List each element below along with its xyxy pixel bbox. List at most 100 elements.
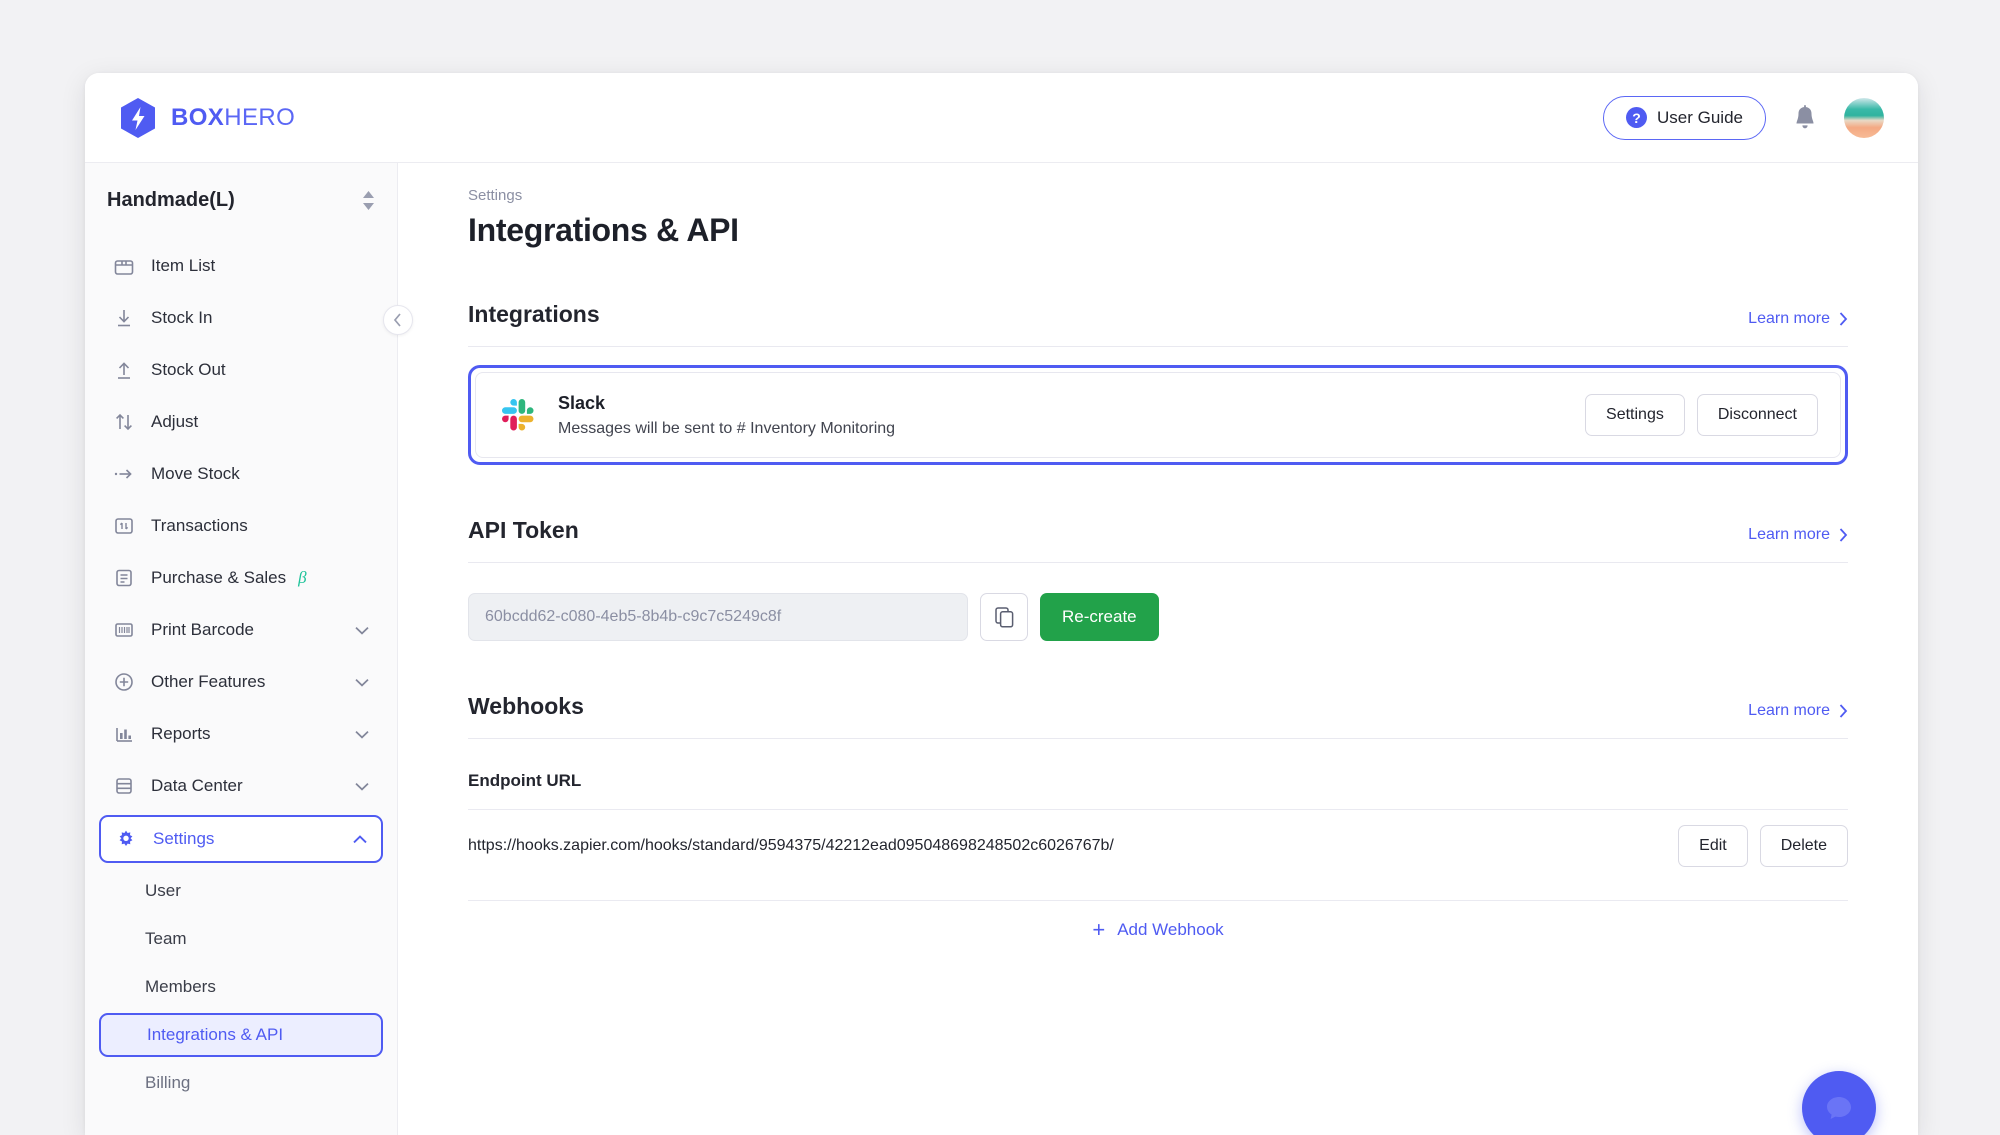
recreate-token-button[interactable]: Re-create: [1040, 593, 1159, 641]
webhook-delete-button[interactable]: Delete: [1759, 825, 1848, 867]
webhook-edit-button[interactable]: Edit: [1678, 825, 1748, 867]
sidebar-item-item-list[interactable]: Item List: [99, 243, 383, 289]
arrow-down-icon: [118, 310, 130, 327]
sort-updown-icon: [362, 190, 375, 210]
transactions-icon: [115, 518, 133, 534]
barcode-icon: [115, 623, 133, 637]
sidebar-item-settings[interactable]: Settings: [99, 815, 383, 863]
add-webhook-button[interactable]: + Add Webhook: [468, 901, 1848, 959]
sidebar-subitem-members[interactable]: Members: [99, 965, 383, 1009]
arrow-up-icon: [118, 362, 130, 379]
sidebar-item-label: Print Barcode: [151, 620, 254, 639]
page-title: Integrations & API: [468, 212, 739, 248]
sidebar-item-label: Move Stock: [151, 464, 240, 483]
main-content: Settings Integrations & API Integrations…: [398, 163, 1918, 1135]
learn-more-label: Learn more: [1748, 310, 1830, 327]
slack-card-highlight: Slack Messages will be sent to # Invento…: [468, 365, 1848, 465]
sidebar-item-label: Other Features: [151, 672, 266, 691]
chevron-right-icon: [1839, 528, 1848, 542]
sidebar-item-print-barcode[interactable]: Print Barcode: [99, 607, 383, 653]
sidebar-item-purchase-and-sales[interactable]: Purchase & Sales β: [99, 555, 383, 601]
brand-hero: HERO: [224, 103, 296, 131]
integrations-learn-more-link[interactable]: Learn more: [1748, 310, 1848, 328]
user-guide-label: User Guide: [1657, 107, 1743, 127]
sidebar-item-label: Stock In: [151, 308, 213, 327]
sidebar-item-data-center[interactable]: Data Center: [99, 763, 383, 809]
integrations-section-header: Integrations Learn more: [468, 301, 1848, 328]
webhooks-learn-more-link[interactable]: Learn more: [1748, 702, 1848, 720]
sidebar-item-label: Item List: [151, 256, 216, 275]
sidebar-item-adjust[interactable]: Adjust: [99, 399, 383, 445]
webhook-row-actions: Edit Delete: [1678, 825, 1848, 867]
slack-disconnect-button[interactable]: Disconnect: [1696, 394, 1818, 436]
top-bar-right: ? User Guide: [1603, 95, 1884, 140]
sidebar-item-transactions[interactable]: Transactions: [99, 503, 383, 549]
sidebar-item-move-stock[interactable]: Move Stock: [99, 451, 383, 497]
webhooks-section-header: Webhooks Learn more: [468, 693, 1848, 720]
api-token-heading: API Token: [468, 517, 579, 543]
integrations-heading: Integrations: [468, 301, 600, 327]
slack-settings-button[interactable]: Settings: [1585, 394, 1685, 436]
chat-bubble-icon: [1827, 1097, 1851, 1119]
api-token-learn-more-link[interactable]: Learn more: [1748, 526, 1848, 544]
sidebar-item-other-features[interactable]: Other Features: [99, 659, 383, 705]
document-icon: [116, 569, 132, 587]
sidebar-subitem-label: Members: [145, 977, 216, 996]
database-icon: [116, 778, 132, 794]
chevron-up-icon: [353, 834, 367, 843]
sidebar-item-stock-in[interactable]: Stock In: [99, 295, 383, 341]
sidebar-subitem-integrations-api[interactable]: Integrations & API: [99, 1013, 383, 1057]
chevron-right-icon: [1839, 704, 1848, 718]
sidebar-subitem-label: User: [145, 881, 181, 900]
divider: [468, 562, 1848, 563]
sidebar-item-stock-out[interactable]: Stock Out: [99, 347, 383, 393]
brand-wordmark: BOXHERO: [171, 104, 295, 132]
api-token-input[interactable]: [468, 593, 968, 641]
table-row: https://hooks.zapier.com/hooks/standard/…: [468, 810, 1848, 882]
brand-box: BOX: [171, 103, 225, 131]
sidebar-subitem-billing[interactable]: Billing: [99, 1061, 383, 1105]
chevron-down-icon: [355, 678, 369, 687]
plus-icon: +: [1092, 917, 1106, 942]
beta-badge: β: [298, 568, 307, 587]
help-question-icon: ?: [1626, 107, 1648, 128]
bar-chart-icon: [116, 728, 132, 742]
learn-more-label: Learn more: [1748, 702, 1830, 719]
breadcrumb: Settings: [468, 187, 523, 204]
endpoint-url-label: Endpoint URL: [468, 771, 582, 790]
chevron-down-icon: [355, 626, 369, 635]
user-guide-button[interactable]: ? User Guide: [1603, 95, 1766, 140]
integration-card-slack[interactable]: Slack Messages will be sent to # Invento…: [475, 372, 1841, 458]
top-bar: BOXHERO ? User Guide: [85, 73, 1918, 163]
copy-icon: [994, 606, 1013, 628]
learn-more-label: Learn more: [1748, 526, 1830, 543]
chat-support-button[interactable]: [1802, 1071, 1876, 1135]
workspace-name: Handmade(L): [107, 188, 235, 211]
chevron-down-icon: [355, 730, 369, 739]
arrow-right-icon: [114, 469, 132, 479]
sidebar-item-label: Transactions: [151, 516, 248, 535]
plus-circle-icon: [115, 673, 133, 691]
avatar[interactable]: [1844, 97, 1884, 138]
webhooks-heading: Webhooks: [468, 693, 584, 719]
bell-icon[interactable]: [1792, 104, 1818, 132]
sidebar-item-reports[interactable]: Reports: [99, 711, 383, 757]
sidebar-item-label: Settings: [153, 829, 215, 848]
sidebar-nav: Item List Stock In Stock Out Adjust Move…: [85, 237, 397, 863]
app-window: BOXHERO ? User Guide Handmade(L) Item Li…: [85, 73, 1918, 1135]
sidebar: Handmade(L) Item List Stock In Stock Out…: [85, 163, 398, 1135]
gear-icon: [119, 830, 133, 846]
up-down-icon: [116, 413, 132, 431]
brand-logo[interactable]: BOXHERO: [119, 97, 295, 139]
slack-card-actions: Settings Disconnect: [1585, 394, 1818, 436]
sidebar-subitem-team[interactable]: Team: [99, 917, 383, 961]
sidebar-subitem-label: Team: [145, 929, 187, 948]
sidebar-collapse-button[interactable]: [383, 305, 413, 335]
workspace-switcher[interactable]: Handmade(L): [85, 163, 397, 237]
sidebar-subitem-user[interactable]: User: [99, 869, 383, 913]
copy-token-button[interactable]: [980, 593, 1028, 641]
sidebar-submenu-settings: User Team Members Integrations & API Bil…: [85, 869, 397, 1105]
slack-description: Messages will be sent to # Inventory Mon…: [558, 419, 896, 437]
sidebar-item-label: Purchase & Sales: [151, 568, 287, 587]
add-webhook-label: Add Webhook: [1117, 920, 1224, 939]
